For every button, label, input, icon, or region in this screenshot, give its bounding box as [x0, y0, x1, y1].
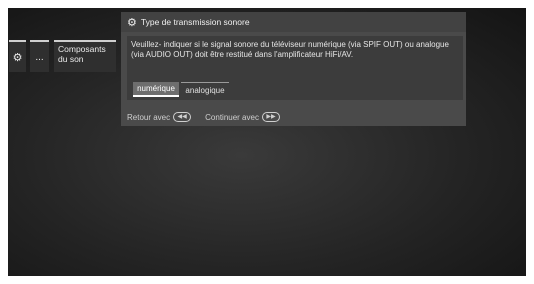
continue-hint-label: Continuer avec — [205, 112, 259, 122]
menu-item-label-line1: Composants — [58, 44, 106, 54]
dialog-body: Veuillez- indiquer si le signal sonore d… — [127, 36, 463, 100]
option-analog[interactable]: analogique — [181, 82, 229, 97]
tv-screen: ⚙ ... Composants du son ⚙ Type de transm… — [8, 8, 526, 276]
fast-forward-key-icon[interactable]: ▶▶ — [261, 112, 280, 122]
gear-icon: ⚙ — [12, 51, 23, 64]
rewind-key-icon[interactable]: ◀◀ — [173, 112, 192, 122]
menu-item-sound-components[interactable]: Composants du son — [54, 40, 116, 72]
dialog-title: Type de transmission sonore — [140, 17, 250, 27]
more-tile[interactable]: ... — [30, 40, 49, 72]
dialog-message: Veuillez- indiquer si le signal sonore d… — [131, 40, 449, 59]
gears-icon: ⚙ — [127, 16, 137, 29]
dialog-footer: Retour avec ◀◀ Continuer avec ▶▶ — [127, 110, 280, 124]
menu-item-label-line2: du son — [58, 54, 84, 64]
option-digital[interactable]: numérique — [133, 82, 179, 97]
dialog-header: ⚙ Type de transmission sonore — [121, 12, 466, 32]
back-hint-label: Retour avec — [127, 112, 171, 122]
settings-tile[interactable]: ⚙ — [9, 40, 26, 72]
more-label: ... — [35, 51, 44, 63]
sound-transmission-dialog: ⚙ Type de transmission sonore Veuillez- … — [121, 12, 466, 126]
